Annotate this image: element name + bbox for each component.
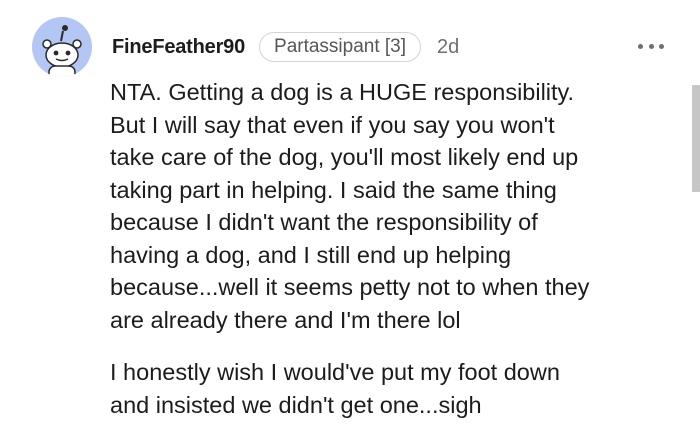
comment-paragraph: I honestly wish I would've put my foot d… xyxy=(110,359,560,418)
username[interactable]: FineFeather90 xyxy=(112,36,245,59)
more-options-icon xyxy=(648,43,654,49)
more-options-icon xyxy=(638,43,643,49)
avatar[interactable] xyxy=(32,17,92,77)
user-flair: Partassipant [3] xyxy=(259,32,422,62)
comment-paragraph: NTA. Getting a dog is a HUGE responsibil… xyxy=(110,79,590,333)
more-options-button[interactable] xyxy=(636,34,666,58)
comment: FineFeather90 Partassipant [3] 2d NTA. G… xyxy=(0,0,700,432)
scrollbar[interactable] xyxy=(692,85,700,192)
comment-body: NTA. Getting a dog is a HUGE responsibil… xyxy=(110,76,672,421)
timestamp[interactable]: 2d xyxy=(437,36,459,59)
reddit-snoo-icon xyxy=(42,25,82,77)
more-options-icon xyxy=(659,43,664,49)
comment-meta: FineFeather90 Partassipant [3] 2d xyxy=(112,31,459,63)
